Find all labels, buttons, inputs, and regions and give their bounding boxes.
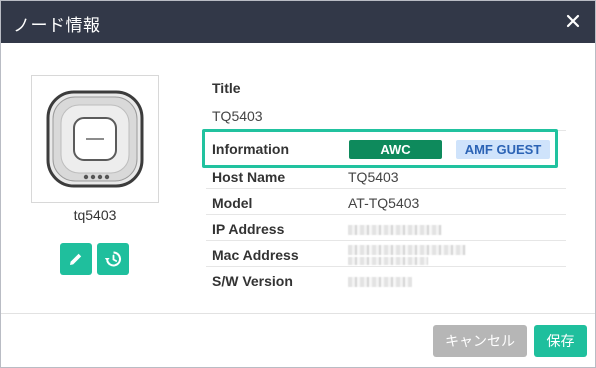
model-value: AT-TQ5403 (348, 195, 420, 211)
mac-address-value-redacted (348, 257, 428, 265)
edit-button[interactable] (60, 243, 92, 275)
row-divider (206, 214, 566, 215)
ip-address-value-redacted (348, 225, 442, 235)
tag-awc: AWC (349, 140, 442, 159)
device-name: tq5403 (73, 207, 117, 223)
dialog-header: ノード情報 (1, 1, 595, 43)
history-button[interactable] (97, 243, 129, 275)
sw-version-label: S/W Version (212, 273, 293, 289)
row-divider (206, 188, 566, 189)
device-image (31, 75, 159, 203)
sw-version-value-redacted (348, 277, 412, 287)
footer-divider (1, 313, 595, 314)
tag-amf-guest: AMF GUEST (456, 140, 550, 159)
edit-pencil-icon (70, 253, 82, 265)
node-info-dialog: ノード情報 tq5403 Title TQ5403 Information AW… (0, 0, 596, 368)
title-value: TQ5403 (212, 108, 263, 124)
information-label: Information (212, 141, 289, 157)
close-icon[interactable] (561, 9, 585, 33)
host-name-value: TQ5403 (348, 169, 399, 185)
row-divider (206, 266, 566, 267)
history-icon (104, 251, 122, 267)
save-button[interactable]: 保存 (534, 325, 587, 357)
row-divider (206, 240, 566, 241)
ip-address-label: IP Address (212, 221, 285, 237)
dialog-title: ノード情報 (13, 16, 101, 35)
mac-address-value-redacted (348, 245, 466, 255)
access-point-icon (46, 90, 144, 188)
title-label: Title (212, 80, 241, 96)
cancel-button[interactable]: キャンセル (433, 325, 527, 357)
host-name-label: Host Name (212, 169, 286, 185)
model-label: Model (212, 195, 253, 211)
mac-address-label: Mac Address (212, 247, 299, 263)
